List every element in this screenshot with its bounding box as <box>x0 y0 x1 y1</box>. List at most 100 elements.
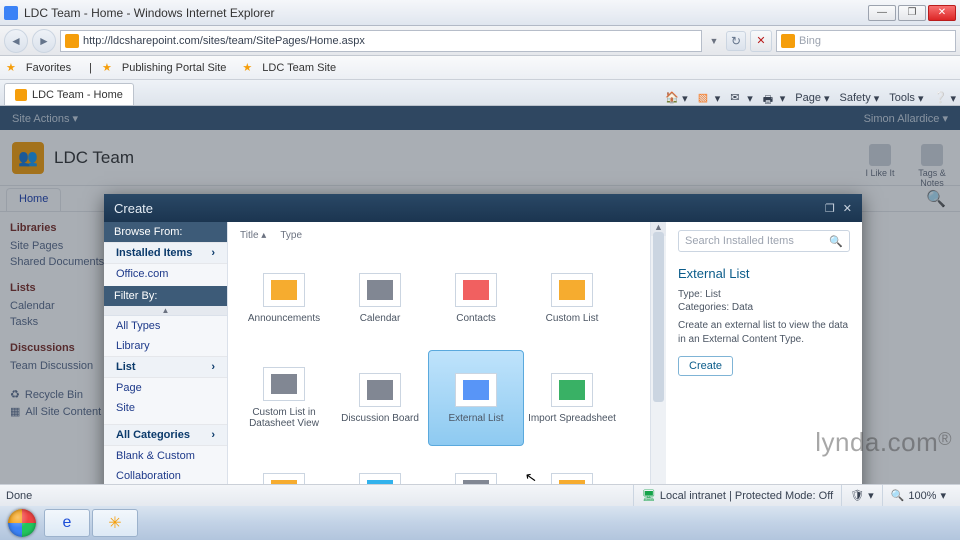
print-icon: 🖶 <box>763 91 777 105</box>
window-titlebar: LDC Team - Home - Windows Internet Explo… <box>0 0 960 26</box>
favorites-label[interactable]: Favorites <box>26 62 71 74</box>
gallery-item-label: Discussion Board <box>341 413 419 424</box>
gallery-item-external-list[interactable]: External List <box>428 350 524 446</box>
sort-by-type[interactable]: Type <box>280 230 302 241</box>
template-icon <box>455 273 497 307</box>
sort-by-title[interactable]: Title ▴ <box>240 230 266 241</box>
dialog-close-button[interactable]: ✕ <box>843 202 852 215</box>
home-menu[interactable]: 🏠▾ <box>665 91 688 105</box>
create-button[interactable]: Create <box>678 356 733 376</box>
status-text: Done <box>6 490 32 502</box>
filter-all-categories[interactable]: All Categories› <box>104 424 227 446</box>
browse-from-header: Browse From: <box>104 222 227 242</box>
help-menu[interactable]: ❔▾ <box>933 91 956 105</box>
gallery-item-discussion-board[interactable]: Discussion Board <box>332 350 428 446</box>
scroll-thumb[interactable] <box>653 232 664 402</box>
favorite-link-2[interactable]: LDC Team Site <box>262 62 336 74</box>
search-placeholder: Bing <box>799 35 821 47</box>
address-bar[interactable]: http://ldcsharepoint.com/sites/team/Site… <box>60 30 702 52</box>
gallery-item-custom-list-in-datasheet-view[interactable]: Custom List in Datasheet View <box>236 350 332 446</box>
filter-blank-custom[interactable]: Blank & Custom <box>104 446 227 466</box>
window-title: LDC Team - Home - Windows Internet Explo… <box>24 6 868 20</box>
browser-tab-strip: LDC Team - Home 🏠▾ ▧▾ ✉▾ 🖶▾ Page ▾ Safet… <box>0 80 960 106</box>
gallery-item-label: Calendar <box>360 313 401 324</box>
filter-library[interactable]: Library <box>104 336 227 356</box>
gallery-item-status-list[interactable]: Status List <box>524 450 620 484</box>
filter-site[interactable]: Site <box>104 398 227 418</box>
chevron-right-icon: › <box>211 429 215 441</box>
dialog-maximize-button[interactable]: ❐ <box>825 202 835 215</box>
stop-button[interactable]: ✕ <box>750 30 772 52</box>
template-icon <box>455 373 497 407</box>
print-menu[interactable]: 🖶▾ <box>763 91 786 105</box>
page-menu[interactable]: Page ▾ <box>795 92 829 105</box>
details-title: External List <box>678 266 850 281</box>
search-placeholder-text: Search Installed Items <box>685 235 794 247</box>
gallery-scrollbar[interactable]: ▲ ▼ <box>650 222 666 484</box>
gallery-item-import-spreadsheet[interactable]: Import Spreadsheet <box>524 350 620 446</box>
gallery-item-contacts[interactable]: Contacts <box>428 250 524 346</box>
create-dialog: Create ❐ ✕ Browse From: Installed Items›… <box>104 194 862 484</box>
back-button[interactable]: ◄ <box>4 29 28 53</box>
browser-navbar: ◄ ► http://ldcsharepoint.com/sites/team/… <box>0 26 960 56</box>
filter-collaboration[interactable]: Collaboration <box>104 466 227 484</box>
gallery-item-project-tasks[interactable]: Project Tasks <box>428 450 524 484</box>
gallery-item-issue-tracking[interactable]: Issue Tracking <box>236 450 332 484</box>
chevron-right-icon: › <box>211 361 215 373</box>
search-installed-items[interactable]: Search Installed Items 🔍 <box>678 230 850 252</box>
details-description: Create an external list to view the data… <box>678 319 850 346</box>
gallery-item-custom-list[interactable]: Custom List <box>524 250 620 346</box>
protected-mode-toggle[interactable]: 🛡▾ <box>841 485 882 506</box>
browser-search[interactable]: Bing <box>776 30 956 52</box>
dialog-sidebar: Browse From: Installed Items› Office.com… <box>104 222 228 484</box>
gallery-item-links[interactable]: Links <box>332 450 428 484</box>
sidebar-collapse-up[interactable]: ▲ <box>104 306 227 316</box>
minimize-button[interactable]: — <box>868 5 896 21</box>
template-gallery: AnnouncementsCalendarContactsCustom List… <box>228 248 650 484</box>
home-icon: 🏠 <box>665 91 679 105</box>
mail-menu[interactable]: ✉▾ <box>730 91 753 105</box>
favorite-link-1[interactable]: Publishing Portal Site <box>122 62 227 74</box>
fav-icon-1: ★ <box>102 61 112 74</box>
sidebar-office-com[interactable]: Office.com <box>104 264 227 284</box>
zoom-control[interactable]: 🔍100% ▾ <box>882 485 954 506</box>
windows-orb-icon <box>8 509 36 537</box>
taskbar-ie[interactable]: e <box>44 509 90 537</box>
details-type: Type: List <box>678 289 850 300</box>
intranet-icon: 🖥 <box>642 489 656 502</box>
sidebar-installed-items[interactable]: Installed Items› <box>104 242 227 264</box>
start-button[interactable] <box>2 508 42 538</box>
favorites-star-icon[interactable]: ★ <box>6 61 16 74</box>
template-icon <box>551 373 593 407</box>
refresh-button[interactable]: ↻ <box>726 31 746 51</box>
ie-command-bar: 🏠▾ ▧▾ ✉▾ 🖶▾ Page ▾ Safety ▾ Tools ▾ ❔▾ <box>134 91 956 105</box>
gallery-item-announcements[interactable]: Announcements <box>236 250 332 346</box>
address-dropdown[interactable]: ▼ <box>706 36 722 46</box>
tools-menu[interactable]: Tools ▾ <box>889 92 923 105</box>
gallery-item-label: Announcements <box>248 313 320 324</box>
favorites-bar: ★ Favorites | ★ Publishing Portal Site ★… <box>0 56 960 80</box>
gallery-item-calendar[interactable]: Calendar <box>332 250 428 346</box>
security-zone[interactable]: 🖥 Local intranet | Protected Mode: Off <box>633 485 841 506</box>
tab-label: LDC Team - Home <box>32 89 123 101</box>
template-icon <box>263 367 305 401</box>
taskbar-app[interactable]: ✳ <box>92 509 138 537</box>
chevron-right-icon: › <box>211 247 215 259</box>
search-icon: 🔍 <box>829 235 843 248</box>
ie-icon <box>4 6 18 20</box>
safety-menu[interactable]: Safety ▾ <box>840 92 880 105</box>
rss-icon: ▧ <box>698 91 712 105</box>
zoom-icon: 🔍 <box>891 489 905 502</box>
close-button[interactable]: ✕ <box>928 5 956 21</box>
filter-all-types[interactable]: All Types <box>104 316 227 336</box>
fav-icon-2: ★ <box>242 61 252 74</box>
bing-icon <box>781 34 795 48</box>
filter-page[interactable]: Page <box>104 378 227 398</box>
feeds-menu[interactable]: ▧▾ <box>698 91 721 105</box>
filter-list[interactable]: List› <box>104 356 227 378</box>
browser-statusbar: Done 🖥 Local intranet | Protected Mode: … <box>0 484 960 506</box>
browser-tab[interactable]: LDC Team - Home <box>4 83 134 105</box>
forward-button[interactable]: ► <box>32 29 56 53</box>
gallery-sort-header: Title ▴ Type <box>228 222 650 248</box>
maximize-button[interactable]: ❐ <box>898 5 926 21</box>
